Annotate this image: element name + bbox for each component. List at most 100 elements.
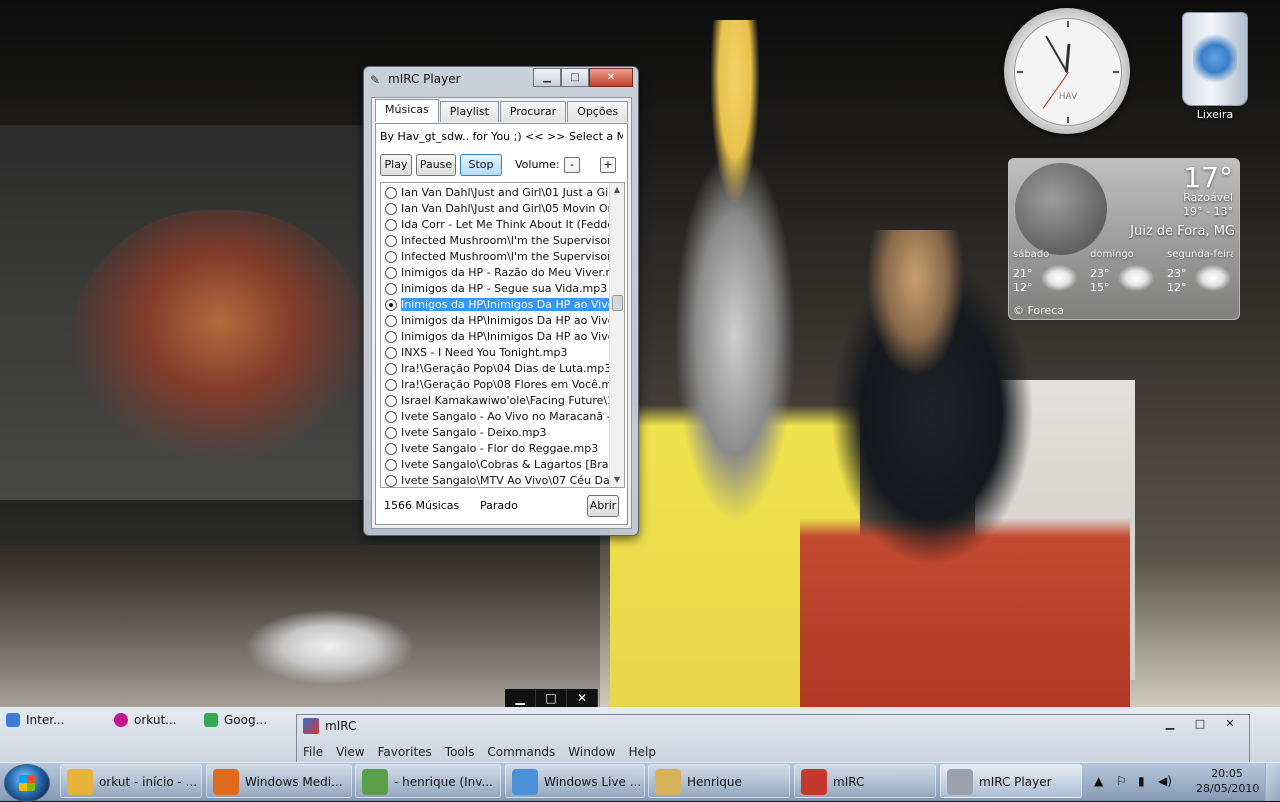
tab-musicas[interactable]: Músicas (375, 99, 439, 122)
menu-help[interactable]: Help (629, 745, 656, 761)
volume-down-button[interactable]: - (564, 157, 580, 173)
forecast-day-name: sábado (1013, 249, 1050, 260)
radio-icon[interactable] (385, 443, 397, 455)
tab-playlist[interactable]: Playlist (439, 101, 499, 122)
radio-icon[interactable] (385, 475, 397, 487)
menu-tools[interactable]: Tools (445, 745, 475, 761)
player-app-icon: ✎ (370, 73, 381, 87)
radio-icon[interactable] (385, 395, 397, 407)
mirc-player-window[interactable]: ✎ mIRC Player ▁ □ ✕ Músicas Playlist Pro… (363, 66, 639, 536)
minimize-button[interactable]: ▁ (533, 68, 561, 87)
close-button[interactable]: ✕ (589, 68, 633, 87)
radio-icon[interactable] (385, 315, 397, 327)
scroll-down-icon[interactable]: ▼ (610, 473, 624, 487)
radio-icon[interactable] (385, 411, 397, 423)
track-list-item[interactable]: Israel Kamakawiwo'ole\Facing Future\14 O… (381, 393, 609, 409)
recycle-bin[interactable]: Lixeira (1175, 12, 1255, 121)
taskbar-app-icon (801, 769, 827, 795)
track-list-item[interactable]: Inimigos da HP\Inimigos Da HP ao Vivo\03… (381, 297, 609, 313)
radio-icon[interactable] (385, 347, 397, 359)
menu-commands[interactable]: Commands (487, 745, 555, 761)
radio-icon[interactable] (385, 283, 397, 295)
track-list-scrollbar[interactable]: ▲ ▼ (609, 183, 624, 487)
taskbar-button[interactable]: Windows Live ... (505, 764, 645, 798)
taskbar-button[interactable]: Henrique (648, 764, 790, 798)
tab-opcoes[interactable]: Opções (567, 101, 629, 122)
radio-icon[interactable] (385, 203, 397, 215)
radio-icon[interactable] (385, 187, 397, 199)
track-list-item[interactable]: Inimigos da HP - Segue sua Vida.mp3 (381, 281, 609, 297)
menu-file[interactable]: File (303, 745, 323, 761)
pause-button[interactable]: Pause (416, 154, 456, 176)
track-list-item[interactable]: Ivete Sangalo - Flor do Reggae.mp3 (381, 441, 609, 457)
scroll-thumb[interactable] (612, 295, 623, 311)
track-list-item[interactable]: INXS - I Need You Tonight.mp3 (381, 345, 609, 361)
track-list-item[interactable]: Ira!\Geração Pop\04 Dias de Luta.mp3 (381, 361, 609, 377)
radio-icon[interactable] (385, 363, 397, 375)
track-list-item[interactable]: Ira!\Geração Pop\08 Flores em Você.mp3 (381, 377, 609, 393)
mirc-minimize-button[interactable]: ▁ (1155, 716, 1185, 732)
menu-window[interactable]: Window (568, 745, 615, 761)
network-icon[interactable]: ▮ (1138, 774, 1145, 788)
mirc-main-window[interactable]: mIRC ▁ □ ✕ File View Favorites Tools Com… (296, 714, 1250, 764)
track-list-item[interactable]: Inimigos da HP - Razão do Meu Viver.mp3 (381, 265, 609, 281)
track-title: Infected Mushroom\I'm the Supervisor\05 … (401, 250, 609, 263)
stop-button[interactable]: Stop (460, 154, 502, 176)
track-list-item[interactable]: Infected Mushroom\I'm the Supervisor\03 … (381, 233, 609, 249)
windows-logo-icon (19, 775, 35, 791)
radio-icon[interactable] (385, 459, 397, 471)
volume-icon[interactable]: ◀) (1158, 774, 1172, 788)
open-button[interactable]: Abrir (587, 495, 619, 517)
radio-icon[interactable] (385, 331, 397, 343)
track-list-item[interactable]: Ian Van Dahl\Just and Girl\05 Movin On.m… (381, 201, 609, 217)
menu-favorites[interactable]: Favorites (378, 745, 432, 761)
taskbar-button[interactable]: Windows Medi... (206, 764, 352, 798)
browser-maximize-button[interactable]: □ (536, 689, 567, 707)
maximize-button[interactable]: □ (561, 68, 589, 87)
forecast-day: segunda-feira 23° 12° (1167, 249, 1237, 294)
track-list-item[interactable]: Ivete Sangalo\Cobras & Lagartos [Brazil]… (381, 457, 609, 473)
play-button[interactable]: Play (380, 154, 412, 176)
radio-icon[interactable] (385, 267, 397, 279)
radio-icon[interactable] (385, 379, 397, 391)
mirc-maximize-button[interactable]: □ (1185, 716, 1215, 732)
browser-close-button[interactable]: ✕ (567, 689, 598, 707)
browser-tab[interactable]: Inter... ✕ (2, 709, 126, 731)
radio-icon[interactable] (385, 219, 397, 231)
start-button[interactable] (4, 764, 50, 802)
track-list-item[interactable]: Infected Mushroom\I'm the Supervisor\05 … (381, 249, 609, 265)
action-center-icon[interactable]: ⚐ (1116, 774, 1127, 788)
show-desktop-button[interactable] (1265, 763, 1280, 801)
taskbar-button-label: mIRC Player (979, 775, 1052, 789)
track-list-item[interactable]: Ida Corr - Let Me Think About It (Fedde … (381, 217, 609, 233)
mail-icon (6, 713, 20, 727)
track-list-item[interactable]: Inimigos da HP\Inimigos Da HP ao Vivo\12… (381, 313, 609, 329)
track-list-item[interactable]: Ivete Sangalo - Ao Vivo no Maracanã - Co… (381, 409, 609, 425)
track-list-item[interactable]: Inimigos da HP\Inimigos Da HP ao Vivo\25… (381, 329, 609, 345)
radio-icon[interactable] (385, 235, 397, 247)
track-list[interactable]: Ian Van Dahl\Just and Girl\01 Just a Gir… (380, 182, 625, 488)
weather-gadget[interactable]: 17° Razoável 19° - 13° Juiz de Fora, MG … (1008, 158, 1240, 320)
taskbar-button[interactable]: mIRC (794, 764, 936, 798)
track-list-item[interactable]: Ivete Sangalo - Deixo.mp3 (381, 425, 609, 441)
browser-minimize-button[interactable]: ▁ (505, 689, 536, 707)
tab-procurar[interactable]: Procurar (499, 101, 567, 122)
track-list-item[interactable]: Ivete Sangalo\MTV Ao Vivo\07 Céu Da Boca… (381, 473, 609, 487)
menu-view[interactable]: View (336, 745, 364, 761)
taskbar-button[interactable]: mIRC Player (940, 764, 1082, 798)
track-title: Ivete Sangalo - Deixo.mp3 (401, 426, 547, 439)
track-list-item[interactable]: Ian Van Dahl\Just and Girl\01 Just a Gir… (381, 185, 609, 201)
scroll-up-icon[interactable]: ▲ (610, 183, 624, 197)
taskbar-clock[interactable]: 20:05 28/05/2010 (1196, 766, 1259, 796)
radio-icon[interactable] (385, 251, 397, 263)
radio-icon[interactable] (385, 427, 397, 439)
show-hidden-icons-icon[interactable]: ▲ (1094, 774, 1103, 788)
forecast-low: 12° (1013, 281, 1033, 294)
volume-up-button[interactable]: + (600, 157, 616, 173)
taskbar-button[interactable]: - henrique (Inv... (355, 764, 501, 798)
clock-gadget[interactable]: HAV (1004, 8, 1130, 134)
mirc-close-button[interactable]: ✕ (1215, 716, 1245, 732)
taskbar-button[interactable]: orkut - início - ... (60, 764, 202, 798)
clock-gadget-label: HAV (1058, 92, 1078, 102)
radio-icon[interactable] (385, 299, 397, 311)
